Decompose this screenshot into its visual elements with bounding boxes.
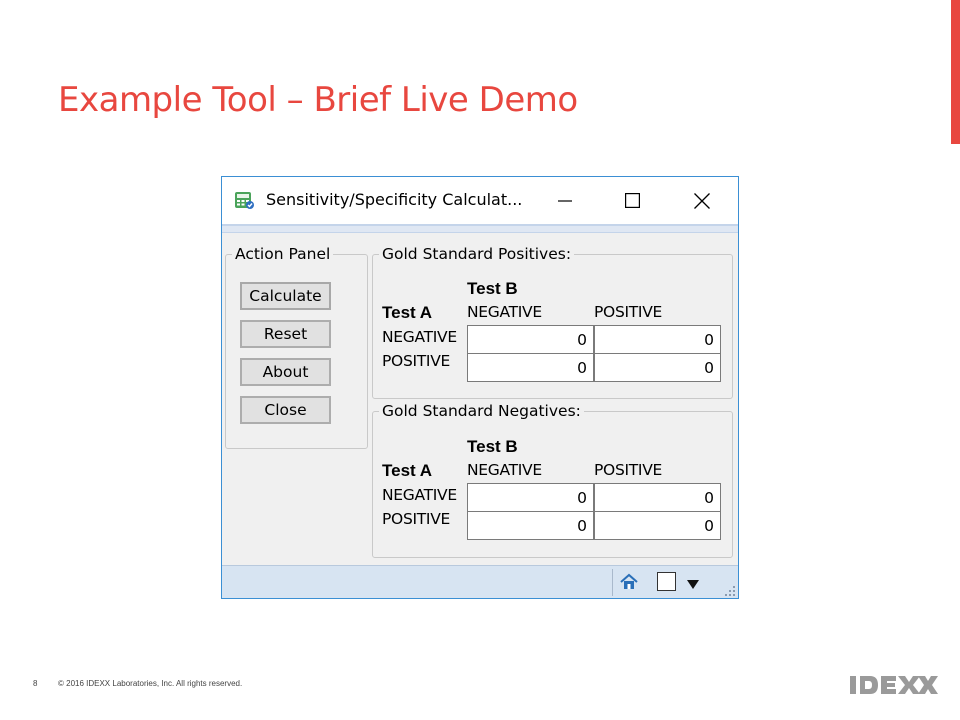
dropdown-arrow-icon[interactable] <box>687 576 699 589</box>
negatives-neg-pos-input[interactable] <box>594 483 721 512</box>
negatives-pos-pos-input[interactable] <box>594 511 721 540</box>
minimize-icon <box>558 199 572 202</box>
row-negative-label: NEGATIVE <box>382 328 457 346</box>
gold-standard-negatives-legend: Gold Standard Negatives: <box>382 402 581 420</box>
minimize-button[interactable] <box>534 177 596 224</box>
status-separator <box>612 569 613 596</box>
page-number: 8 <box>33 679 38 688</box>
negatives-neg-neg-input[interactable] <box>467 483 594 512</box>
window-close-button[interactable] <box>671 177 733 224</box>
close-icon <box>694 192 710 209</box>
positives-pos-neg-input[interactable] <box>467 353 594 382</box>
window-title: Sensitivity/Specificity Calculat... <box>266 190 523 209</box>
calculator-app-icon[interactable] <box>233 189 255 211</box>
about-button[interactable]: About <box>240 358 331 386</box>
copyright-text: © 2016 IDEXX Laboratories, Inc. All righ… <box>58 679 243 688</box>
reset-button[interactable]: Reset <box>240 320 331 348</box>
close-button[interactable]: Close <box>240 396 331 424</box>
gold-standard-positives-legend: Gold Standard Positives: <box>382 245 572 263</box>
row-negative-label: NEGATIVE <box>382 486 457 504</box>
column-positive-label: POSITIVE <box>594 303 662 321</box>
positives-neg-pos-input[interactable] <box>594 325 721 354</box>
negatives-pos-neg-input[interactable] <box>467 511 594 540</box>
maximize-button[interactable] <box>601 177 663 224</box>
menu-strip <box>222 224 738 233</box>
column-negative-label: NEGATIVE <box>467 461 542 479</box>
accent-bar <box>951 0 960 144</box>
maximize-icon <box>624 193 640 208</box>
positives-pos-pos-input[interactable] <box>594 353 721 382</box>
window-titlebar[interactable]: Sensitivity/Specificity Calculat... <box>222 177 738 224</box>
test-a-label: Test A <box>382 461 433 480</box>
status-bar <box>222 565 738 598</box>
idexx-logo <box>850 676 938 694</box>
home-icon[interactable] <box>619 572 639 592</box>
action-panel-legend: Action Panel <box>235 245 331 263</box>
calculate-button[interactable]: Calculate <box>240 282 331 310</box>
row-positive-label: POSITIVE <box>382 352 450 370</box>
resize-grip-icon[interactable] <box>722 584 736 598</box>
positives-neg-neg-input[interactable] <box>467 325 594 354</box>
test-b-label: Test B <box>467 279 518 298</box>
row-positive-label: POSITIVE <box>382 510 450 528</box>
column-positive-label: POSITIVE <box>594 461 662 479</box>
calculator-window: Sensitivity/Specificity Calculat... Acti… <box>221 176 739 599</box>
column-negative-label: NEGATIVE <box>467 303 542 321</box>
status-checkbox[interactable] <box>657 572 676 591</box>
test-b-label: Test B <box>467 437 518 456</box>
slide-title: Example Tool – Brief Live Demo <box>58 80 578 120</box>
test-a-label: Test A <box>382 303 433 322</box>
